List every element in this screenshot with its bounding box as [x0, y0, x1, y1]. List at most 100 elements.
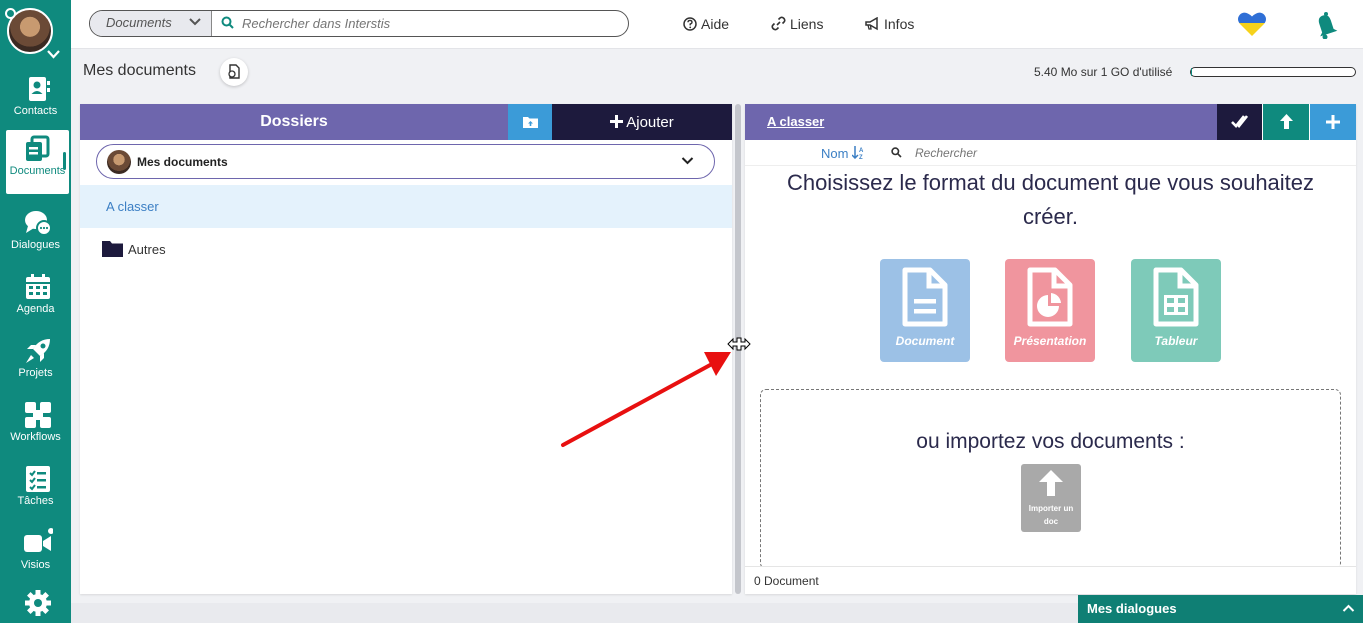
sort-by-name[interactable]: Nom AZ — [821, 146, 865, 161]
bell-icon[interactable] — [1313, 11, 1339, 39]
import-doc-button[interactable]: Importer un doc — [1021, 464, 1081, 532]
breadcrumb[interactable]: A classer — [767, 114, 824, 129]
workflow-icon — [25, 402, 51, 428]
gear-icon[interactable] — [24, 589, 52, 617]
double-check-icon — [1231, 115, 1248, 128]
document-share-icon — [228, 64, 240, 79]
sidebar-item-projets[interactable]: Projets — [0, 332, 71, 394]
create-spreadsheet-button[interactable]: Tableur — [1131, 259, 1221, 362]
arrow-up-icon — [1039, 470, 1063, 496]
svg-text:Z: Z — [859, 155, 863, 159]
documents-icon — [26, 135, 50, 161]
chevron-down-icon — [189, 18, 201, 26]
links-label: Liens — [790, 16, 824, 32]
chevron-down-icon — [681, 157, 694, 165]
sidebar-item-label: Visios — [20, 559, 51, 571]
document-space-label: Mes documents — [137, 155, 228, 169]
add-button[interactable]: Ajouter — [552, 104, 732, 140]
search-input[interactable] — [242, 12, 612, 35]
folder-item-a-classer[interactable]: A classer — [80, 185, 732, 228]
tasks-icon — [26, 466, 50, 492]
folder-label: Autres — [128, 242, 166, 257]
search-scope-select[interactable]: Documents — [90, 11, 212, 36]
share-doc-button[interactable] — [220, 58, 248, 86]
create-format-title: Choisissez le format du document que vou… — [786, 170, 1315, 229]
sidebar-item-label: Projets — [18, 367, 53, 379]
new-document-button[interactable] — [1310, 104, 1356, 140]
contacts-icon — [29, 77, 50, 101]
file-chart-icon — [1027, 267, 1073, 327]
sidebar-item-label: Workflows — [10, 431, 61, 443]
plus-icon — [610, 115, 624, 128]
sidebar-item-label: Tâches — [17, 495, 54, 507]
sidebar-item-visios[interactable]: Visios — [0, 524, 71, 586]
create-presentation-button[interactable]: Présentation — [1005, 259, 1095, 362]
documents-header: A classer — [745, 104, 1217, 140]
format-label: Document — [895, 334, 955, 348]
import-doc-label: Importer un doc — [1028, 504, 1074, 526]
chevron-up-icon — [1342, 604, 1355, 612]
format-label: Présentation — [1013, 334, 1087, 348]
video-icon — [24, 528, 53, 552]
sort-label: Nom — [821, 146, 849, 161]
add-label: Ajouter — [626, 114, 674, 131]
create-document-button[interactable]: Document — [880, 259, 970, 362]
folder-item-autres[interactable]: Autres — [80, 228, 732, 271]
status-dot-icon — [5, 8, 16, 19]
page-title: Mes documents — [83, 62, 196, 79]
megaphone-icon — [865, 16, 878, 31]
search-icon — [221, 16, 234, 29]
file-spreadsheet-icon — [1153, 267, 1199, 327]
sidebar: Contacts Documents Dialogues Agenda Proj… — [0, 0, 71, 623]
folders-panel: Dossiers Ajouter Mes documents A classer… — [80, 104, 732, 594]
rocket-icon — [26, 339, 50, 363]
sidebar-item-contacts[interactable]: Contacts — [0, 70, 71, 132]
infos-label: Infos — [884, 16, 915, 32]
search-icon — [891, 147, 902, 158]
chevron-down-icon[interactable] — [47, 50, 60, 59]
sidebar-item-agenda[interactable]: Agenda — [0, 268, 71, 330]
help-label: Aide — [701, 16, 730, 32]
select-all-button[interactable] — [1217, 104, 1262, 140]
storage-quota-text: 5.40 Mo sur 1 GO d'utilisé — [1034, 65, 1173, 79]
global-search: Documents — [89, 10, 629, 37]
sidebar-item-label: Documents — [9, 165, 66, 177]
help-link[interactable]: Aide — [683, 16, 729, 32]
folders-header: Dossiers — [80, 104, 508, 140]
upload-dropzone[interactable]: ou importez vos documents : Importer un … — [760, 389, 1341, 569]
search-scope-label: Documents — [106, 15, 172, 30]
documents-search-input[interactable] — [915, 144, 1115, 162]
sidebar-item-taches[interactable]: Tâches — [0, 460, 71, 522]
svg-text:A: A — [859, 148, 864, 154]
dialogs-panel-toggle[interactable]: Mes dialogues — [1078, 595, 1363, 623]
chat-icon — [25, 211, 52, 236]
import-title: ou importez vos documents : — [916, 430, 1185, 453]
sidebar-item-label: Dialogues — [11, 239, 60, 251]
sidebar-item-dialogues[interactable]: Dialogues — [0, 204, 71, 266]
ukraine-heart-icon — [1238, 12, 1266, 37]
file-text-icon — [902, 267, 948, 327]
folder-label: A classer — [106, 199, 159, 214]
dialogs-label: Mes dialogues — [1087, 601, 1177, 616]
resize-cursor-icon — [727, 337, 751, 351]
links-link[interactable]: Liens — [771, 16, 823, 32]
top-bar: Documents Aide Liens Infos — [71, 0, 1363, 49]
folder-icon — [102, 241, 123, 257]
infos-link[interactable]: Infos — [864, 16, 914, 32]
sort-alpha-icon: AZ — [851, 146, 864, 161]
upload-button[interactable] — [1263, 104, 1309, 140]
sidebar-item-label: Agenda — [16, 303, 55, 315]
active-indicator — [63, 152, 66, 170]
new-folder-button[interactable] — [508, 104, 552, 140]
sidebar-item-label: Contacts — [13, 105, 58, 117]
arrow-up-icon — [1280, 114, 1293, 129]
plus-icon — [1326, 115, 1340, 129]
storage-quota-bar — [1190, 67, 1356, 77]
document-space-select[interactable]: Mes documents — [96, 144, 715, 179]
sidebar-item-workflows[interactable]: Workflows — [0, 396, 71, 458]
sidebar-item-documents[interactable]: Documents — [6, 130, 69, 194]
documents-panel: A classer Nom AZ Choisissez le format du… — [745, 104, 1356, 594]
link-icon — [771, 16, 786, 31]
calendar-icon — [26, 274, 50, 299]
format-label: Tableur — [1154, 334, 1198, 348]
